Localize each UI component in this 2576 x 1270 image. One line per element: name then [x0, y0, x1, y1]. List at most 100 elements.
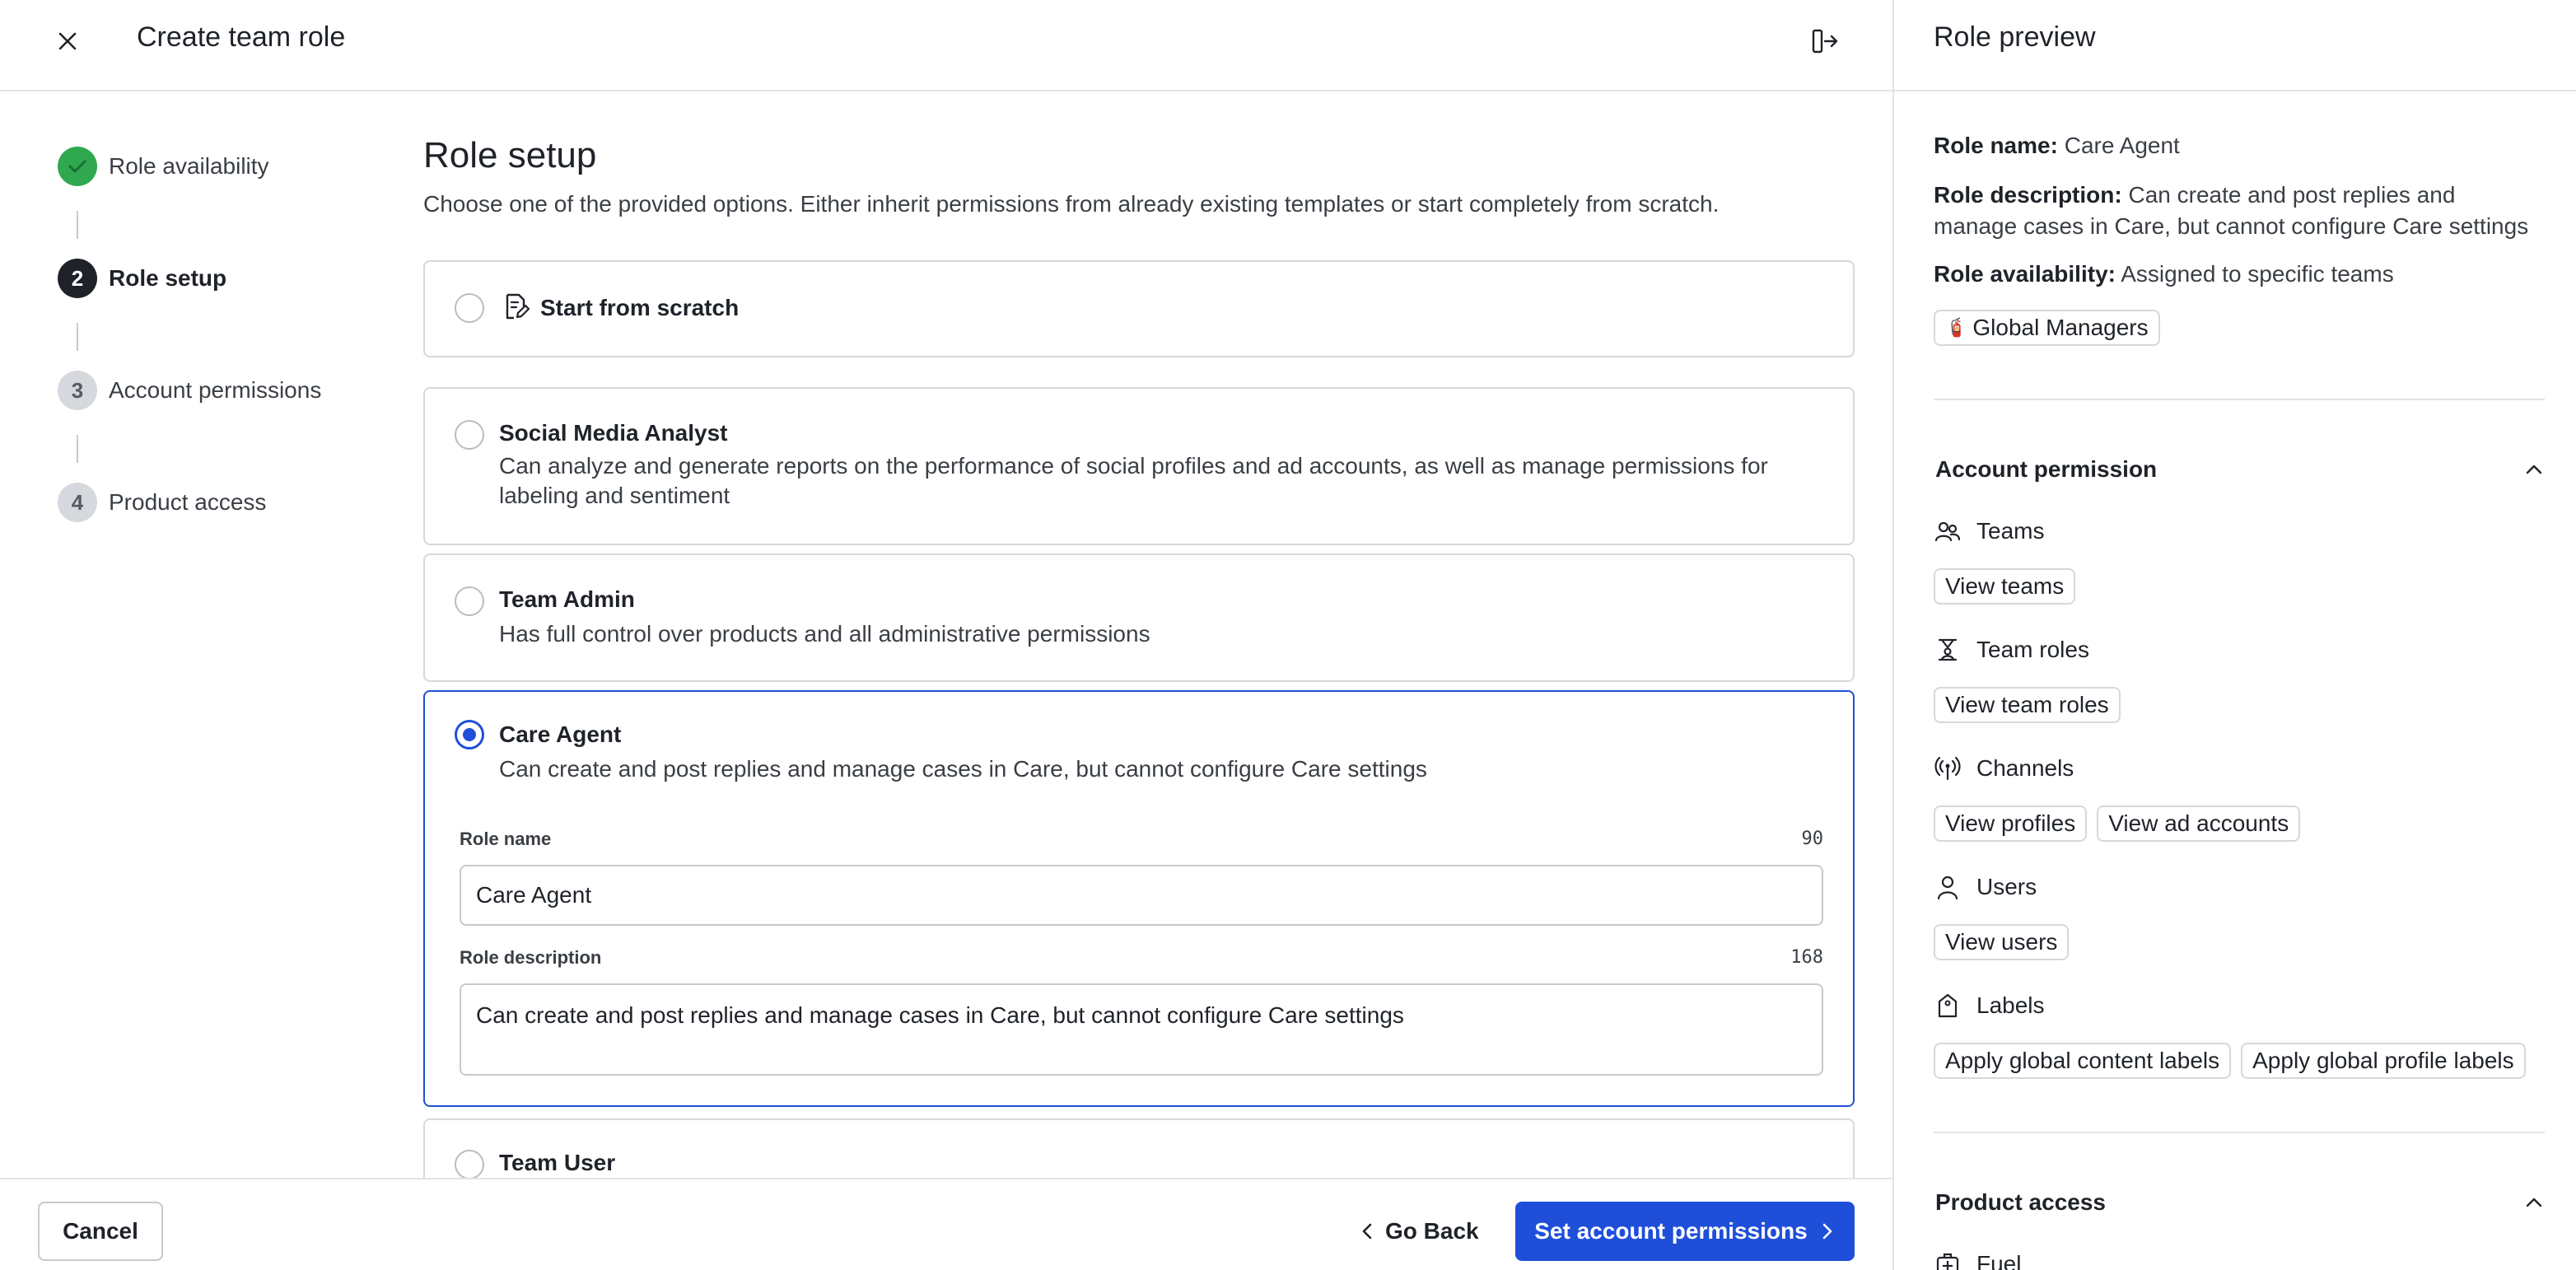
step-connector — [77, 211, 78, 239]
set-account-permissions-button[interactable]: Set account permissions — [1515, 1202, 1855, 1261]
preview-title: Role preview — [1934, 21, 2096, 53]
option-social-media-analyst[interactable]: Social Media Analyst Can analyze and gen… — [423, 387, 1855, 545]
step-role-setup[interactable]: 2 Role setup — [58, 259, 226, 298]
option-radio[interactable] — [455, 420, 484, 450]
option-care-agent[interactable]: Care Agent Can create and post replies a… — [423, 690, 1855, 1107]
close-icon — [58, 32, 77, 50]
product-access-toggle[interactable]: Product access — [1935, 1186, 2545, 1219]
section-description: Choose one of the provided options. Eith… — [423, 191, 1720, 217]
role-availability-value: Assigned to specific teams — [2121, 261, 2394, 287]
option-description: Can analyze and generate reports on the … — [499, 453, 1768, 508]
option-start-from-scratch[interactable]: Start from scratch — [423, 260, 1855, 357]
option-team-admin[interactable]: Team Admin Has full control over product… — [423, 553, 1855, 682]
permission-group-name: Labels — [1976, 992, 2045, 1018]
preview-divider — [1934, 399, 2545, 400]
option-radio[interactable] — [455, 1150, 484, 1178]
step-number: 4 — [58, 483, 97, 522]
step-complete-badge — [58, 147, 97, 186]
permission-chip: View teams — [1934, 568, 2076, 605]
permission-chip: Apply global content labels — [1934, 1043, 2232, 1079]
option-title: Team Admin — [499, 586, 635, 612]
permission-chip: View profiles — [1934, 805, 2088, 842]
role-name-key: Role name: — [1934, 133, 2058, 158]
exit-panel-icon — [1812, 29, 1838, 54]
wizard-footer: Cancel Go Back Set account permissions — [0, 1178, 1892, 1270]
permission-group-labels: Labels — [1934, 992, 2045, 1020]
permission-chip: View team roles — [1934, 687, 2121, 723]
option-title: Social Media Analyst — [499, 420, 728, 446]
step-label: Role setup — [109, 265, 227, 291]
step-label: Product access — [109, 489, 267, 515]
permission-chips: View team roles — [1934, 687, 2130, 723]
labels-icon — [1934, 992, 1962, 1020]
role-name-char-count: 90 — [1801, 829, 1824, 849]
option-title: Team User — [499, 1150, 616, 1175]
role-description-key: Role description: — [1934, 182, 2122, 208]
option-radio[interactable] — [455, 586, 484, 616]
permission-group-name: Channels — [1976, 755, 2074, 781]
permission-chips: View teams — [1934, 568, 2085, 605]
permission-group-users: Users — [1934, 873, 2037, 901]
permission-group-name: Users — [1976, 874, 2037, 899]
chevron-up-icon — [2526, 1198, 2542, 1207]
permission-group-name: Teams — [1976, 518, 2045, 544]
product-access-item-fuel: Fuel — [1934, 1250, 2021, 1270]
permission-group-team-roles: Team roles — [1934, 636, 2089, 664]
create-team-role-app: Create team role Role availability 2 Rol… — [0, 0, 2576, 1270]
permission-chips: View profiles View ad accounts — [1934, 805, 2310, 842]
page-title: Create team role — [137, 21, 346, 53]
role-description-char-count: 168 — [1790, 947, 1823, 968]
step-label: Account permissions — [109, 377, 322, 403]
step-product-access[interactable]: 4 Product access — [58, 483, 266, 522]
option-title: Start from scratch — [540, 295, 740, 320]
permission-chips: View users — [1934, 924, 2079, 960]
role-name-input[interactable] — [460, 865, 1823, 926]
product-access-item-name: Fuel — [1976, 1251, 2022, 1270]
option-radio[interactable] — [455, 293, 484, 323]
teams-icon — [1934, 517, 1962, 545]
option-title: Care Agent — [499, 721, 622, 747]
collapse-preview-button[interactable] — [1807, 23, 1843, 59]
preview-header: Role preview — [1894, 0, 2576, 91]
topbar: Create team role — [0, 0, 1892, 91]
role-availability-key: Role availability: — [1934, 261, 2116, 287]
check-icon — [68, 160, 86, 173]
step-account-permissions[interactable]: 3 Account permissions — [58, 371, 321, 410]
users-icon — [1934, 873, 1962, 901]
close-button[interactable] — [51, 25, 84, 58]
product-access-title: Product access — [1935, 1189, 2106, 1215]
permission-group-name: Team roles — [1976, 637, 2089, 662]
step-role-availability[interactable]: Role availability — [58, 147, 269, 186]
preview-role-name: Role name: Care Agent — [1934, 130, 2543, 161]
chevron-right-icon — [1822, 1223, 1832, 1240]
permission-chip: View ad accounts — [2097, 805, 2301, 842]
option-description: Has full control over products and all a… — [499, 621, 1150, 647]
account-permission-title: Account permission — [1935, 456, 2158, 482]
go-back-button[interactable]: Go Back — [1359, 1202, 1479, 1261]
section-title: Role setup — [423, 135, 597, 175]
role-name-label: Role name — [460, 829, 552, 849]
account-permission-toggle[interactable]: Account permission — [1935, 453, 2545, 486]
preview-divider — [1934, 1132, 2545, 1133]
fuel-icon — [1934, 1250, 1962, 1270]
go-back-label: Go Back — [1385, 1218, 1479, 1244]
team-roles-icon — [1934, 636, 1962, 664]
team-chip: 🧯 Global Managers — [1934, 310, 2160, 346]
assigned-teams: 🧯 Global Managers — [1934, 310, 2170, 346]
permission-chip: View users — [1934, 924, 2070, 960]
role-description-label: Role description — [460, 947, 602, 968]
team-chip-label: Global Managers — [1972, 315, 2149, 340]
preview-role-availability: Role availability: Assigned to specific … — [1934, 259, 2543, 290]
chevron-up-icon — [2526, 465, 2542, 474]
channels-icon — [1934, 754, 1962, 782]
option-radio-selected[interactable] — [455, 720, 484, 749]
chevron-left-icon — [1362, 1223, 1372, 1240]
role-description-input[interactable]: Can create and post replies and manage c… — [460, 983, 1823, 1076]
document-edit-icon — [506, 293, 530, 320]
option-description: Can create and post replies and manage c… — [499, 756, 1427, 782]
step-number: 2 — [58, 259, 97, 298]
option-team-user[interactable]: Team User — [423, 1118, 1855, 1178]
cancel-button[interactable]: Cancel — [38, 1202, 163, 1261]
preview-role-description: Role description: Can create and post re… — [1934, 180, 2543, 242]
role-setup-section: Role setup Choose one of the provided op… — [423, 132, 1855, 1178]
